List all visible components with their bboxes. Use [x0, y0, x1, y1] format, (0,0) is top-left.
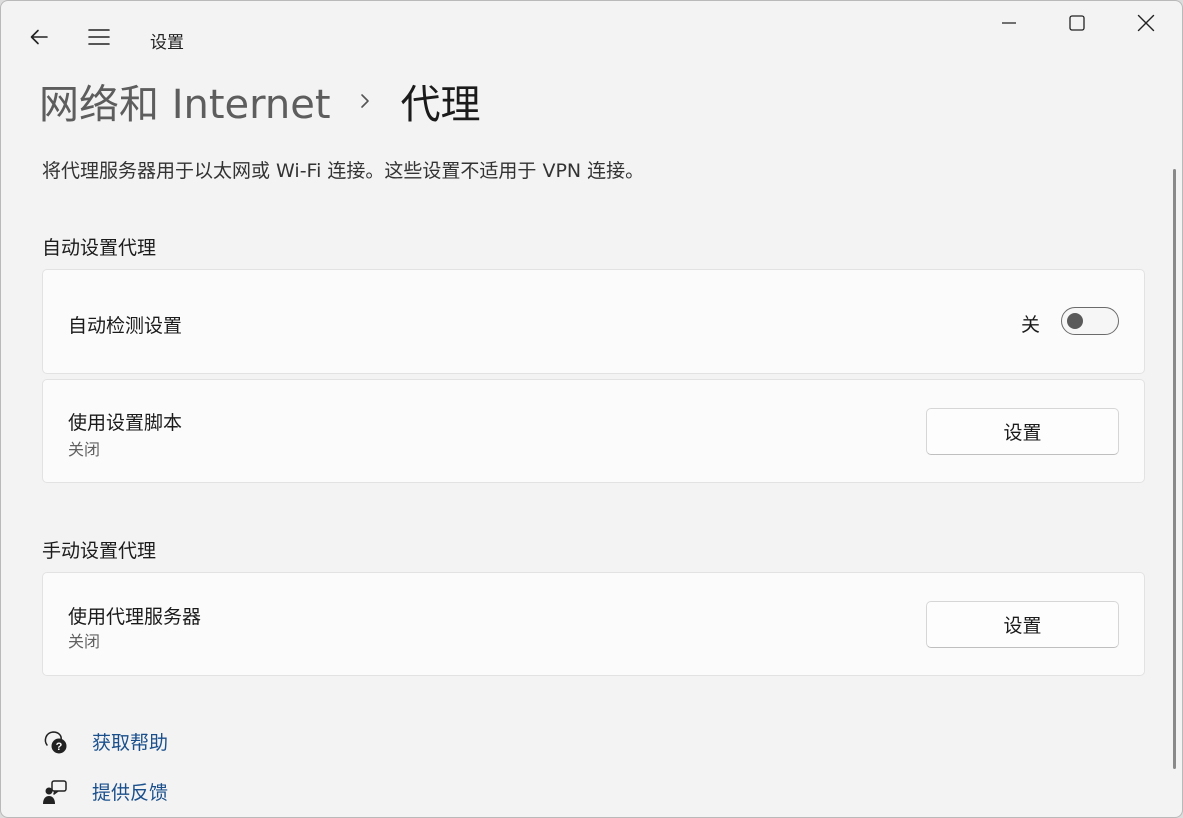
back-arrow-icon [28, 26, 50, 52]
breadcrumb-network-internet[interactable]: 网络和 Internet [39, 72, 331, 130]
proxy-server-label: 使用代理服务器 [68, 606, 202, 628]
proxy-server-card: 使用代理服务器 关闭 设置 [42, 572, 1145, 676]
proxy-server-status: 关闭 [68, 632, 101, 651]
minimize-icon [1001, 15, 1017, 35]
toggle-state-label: 关 [1021, 314, 1041, 336]
setup-script-label: 使用设置脚本 [68, 412, 183, 434]
proxy-server-settings-button[interactable]: 设置 [926, 601, 1119, 648]
give-feedback-link[interactable]: 提供反馈 [92, 778, 168, 805]
setup-script-status: 关闭 [68, 440, 101, 459]
help-chat-icon: ? [42, 729, 68, 755]
give-feedback-link-row[interactable]: 提供反馈 [42, 778, 168, 805]
navigation-menu-button[interactable] [83, 23, 115, 55]
auto-detect-settings-card: 自动检测设置 关 [42, 269, 1145, 374]
get-help-link-row[interactable]: ? 获取帮助 [42, 728, 168, 755]
minimize-button[interactable] [975, 1, 1043, 49]
section-title-auto-proxy: 自动设置代理 [42, 237, 157, 259]
feedback-icon [42, 779, 68, 805]
close-icon [1137, 14, 1155, 36]
svg-text:?: ? [56, 741, 63, 753]
app-title: 设置 [150, 33, 184, 53]
auto-detect-toggle[interactable] [1061, 307, 1119, 335]
page-description: 将代理服务器用于以太网或 Wi-Fi 连接。这些设置不适用于 VPN 连接。 [42, 160, 645, 182]
setup-script-card: 使用设置脚本 关闭 设置 [42, 379, 1145, 483]
maximize-icon [1069, 15, 1085, 35]
toggle-knob [1067, 313, 1083, 329]
get-help-link[interactable]: 获取帮助 [92, 728, 168, 755]
back-button[interactable] [23, 23, 55, 55]
page-title: 代理 [400, 82, 481, 128]
auto-detect-label: 自动检测设置 [68, 315, 183, 337]
chevron-right-icon [359, 93, 371, 109]
maximize-button[interactable] [1043, 1, 1111, 49]
hamburger-icon [88, 28, 110, 50]
title-bar: 设置 [1, 1, 1182, 63]
close-button[interactable] [1112, 1, 1180, 49]
section-title-manual-proxy: 手动设置代理 [42, 540, 157, 562]
settings-window: 设置 网络和 Internet 代理 将代理服务器用于以太网或 Wi-Fi 连接… [0, 0, 1183, 818]
setup-script-settings-button[interactable]: 设置 [926, 408, 1119, 455]
vertical-scrollbar[interactable] [1173, 169, 1176, 769]
breadcrumb: 网络和 Internet 代理 [39, 71, 481, 131]
